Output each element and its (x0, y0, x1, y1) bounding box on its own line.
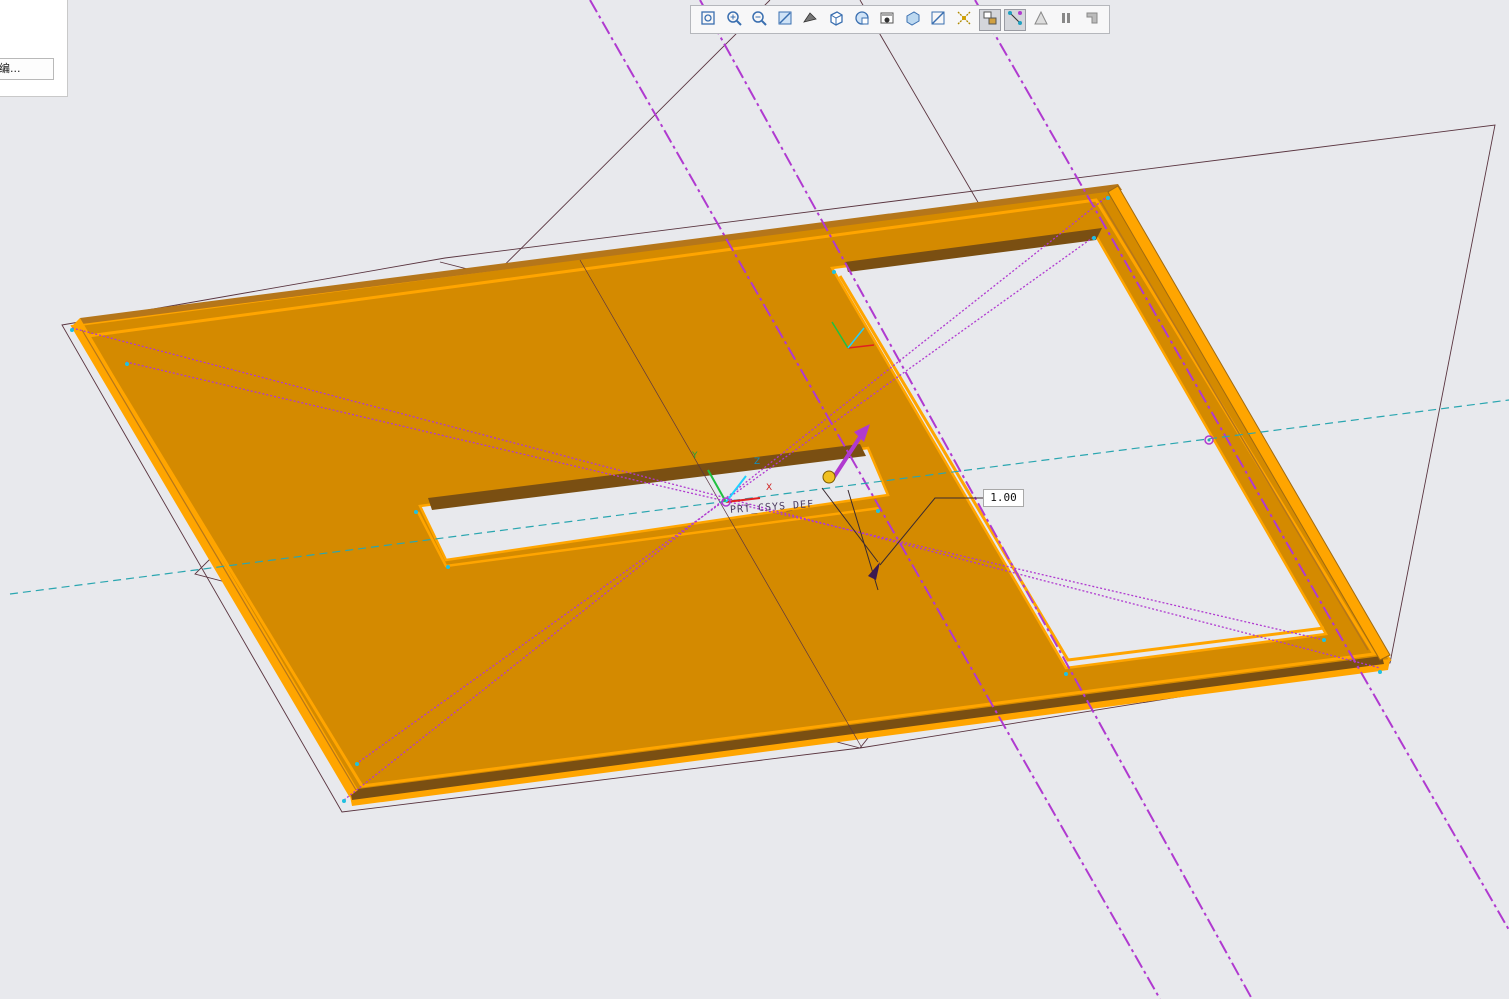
saved-orientations-icon (827, 9, 845, 31)
dialog-edit-button[interactable]: 编... (0, 58, 54, 80)
toolbar-button-zoom-in[interactable] (723, 9, 745, 31)
refit-icon (699, 9, 717, 31)
toolbar-button-display-style[interactable] (799, 9, 821, 31)
graphics-window[interactable] (0, 0, 1509, 999)
graphics-toolbar (690, 5, 1110, 34)
section-icon (904, 9, 922, 31)
toolbar-button-refit[interactable] (697, 9, 719, 31)
model-canvas[interactable] (0, 0, 1509, 999)
toolbar-button-end[interactable] (1081, 9, 1103, 31)
toolbar-button-repaint[interactable] (774, 9, 796, 31)
toolbar-button-datum-display-filters[interactable] (927, 9, 949, 31)
datum-display-filters-icon (929, 9, 947, 31)
perspective-icon (878, 9, 896, 31)
zoom-out-icon (750, 9, 768, 31)
toolbar-button-spin-center[interactable] (953, 9, 975, 31)
axis-label-z: Z (754, 457, 761, 467)
axis-label-x: X (766, 483, 773, 493)
toolbar-button-zoom-out[interactable] (748, 9, 770, 31)
repaint-icon (776, 9, 794, 31)
dialog-panel: 编... (0, 0, 68, 97)
toolbar-button-annotation-display[interactable] (978, 8, 1001, 31)
toolbar-button-view-manager[interactable] (851, 9, 873, 31)
display-style-icon (801, 9, 819, 31)
toolbar-button-pause[interactable] (1055, 9, 1077, 31)
toolbar-button-appearance[interactable] (1030, 9, 1052, 31)
sketcher-display-icon (1006, 9, 1024, 31)
zoom-in-icon (725, 9, 743, 31)
end-icon (1083, 9, 1101, 31)
dimension-value[interactable]: 1.00 (983, 489, 1024, 507)
annotation-display-icon (981, 9, 999, 31)
appearance-icon (1032, 9, 1050, 31)
toolbar-button-section[interactable] (902, 9, 924, 31)
view-manager-icon (853, 9, 871, 31)
axis-label-y: Y (692, 451, 698, 461)
spin-center-icon (955, 9, 973, 31)
pause-icon (1057, 9, 1075, 31)
toolbar-button-saved-orientations[interactable] (825, 9, 847, 31)
toolbar-button-sketcher-display[interactable] (1004, 8, 1027, 31)
toolbar-button-perspective[interactable] (876, 9, 898, 31)
drag-handle[interactable] (822, 470, 836, 484)
